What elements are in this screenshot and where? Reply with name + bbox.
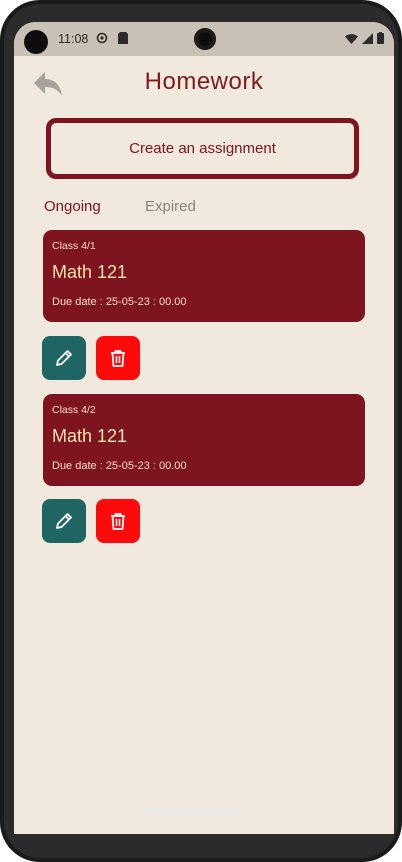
phone-bezel: 11:08 Homework Create an assignment Ongo… [4, 4, 398, 858]
delete-button[interactable] [96, 336, 140, 380]
trash-icon [111, 350, 125, 367]
delete-button[interactable] [96, 499, 140, 543]
sdcard-status-icon [118, 32, 128, 47]
assignment-subject: Math 121 [52, 262, 128, 282]
trash-icon [111, 513, 125, 530]
assignment-class: Class 4/2 [52, 404, 96, 416]
assignment-class: Class 4/1 [52, 240, 96, 252]
front-camera-left [24, 30, 48, 54]
assignment-subject: Math 121 [52, 426, 128, 446]
settings-status-icon [96, 32, 108, 47]
battery-icon [377, 32, 384, 44]
status-icons-right [345, 32, 384, 44]
wifi-icon [345, 33, 358, 44]
front-camera-center [194, 28, 216, 50]
create-assignment-button[interactable]: Create an assignment [46, 118, 359, 179]
phone-frame: 11:08 Homework Create an assignment Ongo… [0, 0, 402, 862]
assignment-due-date: Due date : 25-05-23 : 00.00 [52, 460, 187, 472]
navigation-handle[interactable] [144, 809, 242, 813]
tab-expired[interactable]: Expired [145, 198, 196, 215]
page-title: Homework [144, 68, 264, 95]
edit-button[interactable] [42, 499, 86, 543]
status-bar: 11:08 [14, 22, 394, 56]
signal-icon [362, 32, 373, 44]
assignment-card[interactable]: Class 4/1 Math 121 Due date : 25-05-23 :… [43, 230, 365, 322]
app-screen: 11:08 Homework Create an assignment Ongo… [14, 22, 394, 834]
assignment-card[interactable]: Class 4/2 Math 121 Due date : 25-05-23 :… [43, 394, 365, 486]
tab-ongoing[interactable]: Ongoing [44, 198, 101, 215]
pencil-icon [56, 350, 72, 366]
edit-button[interactable] [42, 336, 86, 380]
pencil-icon [56, 513, 72, 529]
assignment-due-date: Due date : 25-05-23 : 00.00 [52, 296, 187, 308]
status-time: 11:08 [58, 32, 89, 46]
